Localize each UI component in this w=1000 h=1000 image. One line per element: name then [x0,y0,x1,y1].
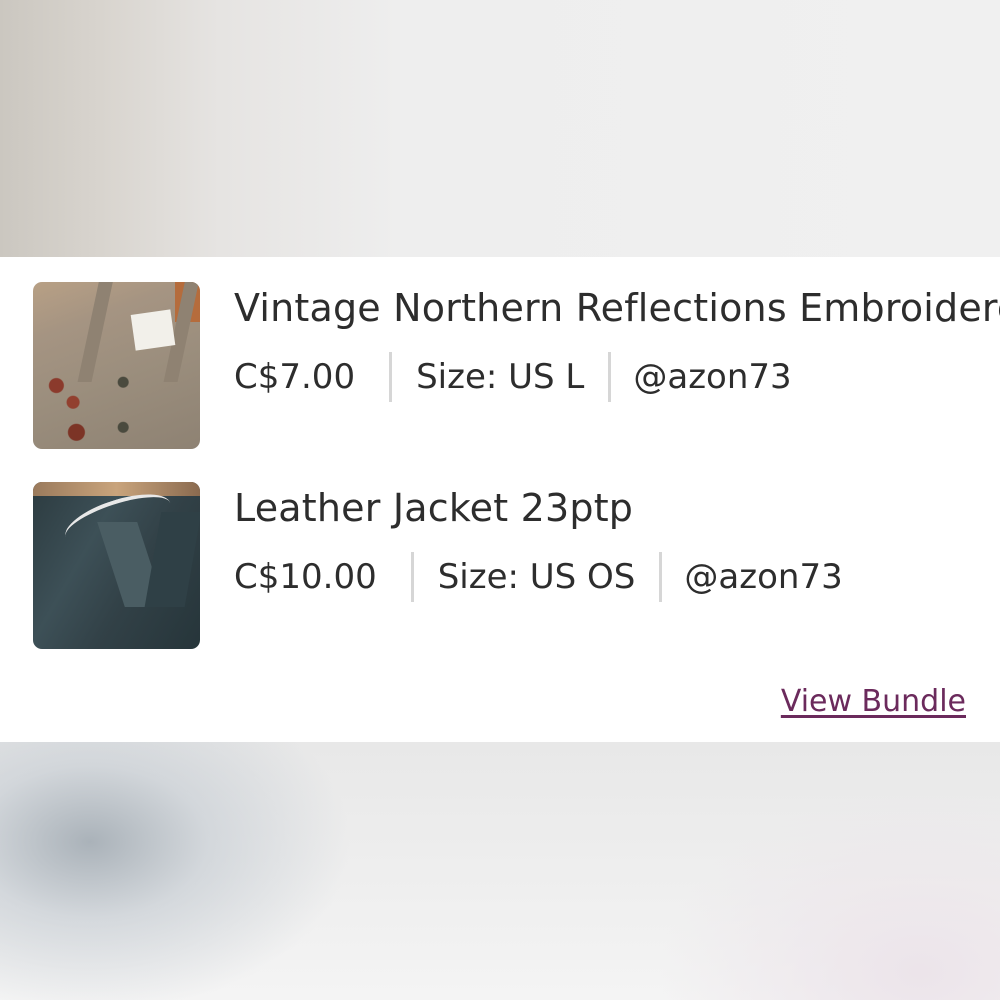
item-seller[interactable]: @azon73 [633,357,791,397]
item-thumbnail[interactable] [33,482,200,649]
bundle-card: Vintage Northern Reflections Embroidered… [0,257,1000,742]
item-title[interactable]: Vintage Northern Reflections Embroidered… [234,286,1000,330]
item-meta: C$10.00 Size: US OS @azon73 [234,552,843,602]
item-meta: C$7.00 Size: US L @azon73 [234,352,792,402]
divider [608,352,612,402]
item-title[interactable]: Leather Jacket 23ptp [234,486,633,530]
divider [410,552,414,602]
divider [659,552,663,602]
view-bundle-link[interactable]: View Bundle [781,684,966,719]
bundle-item[interactable]: Leather Jacket 23ptp C$10.00 Size: US OS… [33,482,1000,649]
blurred-background-bottom [0,742,1000,1000]
item-thumbnail[interactable] [33,282,200,449]
item-size: Size: US OS [437,557,636,597]
item-size: Size: US L [416,357,585,397]
blurred-background-top [0,0,1000,257]
item-price: C$10.00 [234,557,377,597]
divider [389,352,393,402]
item-price: C$7.00 [234,357,356,397]
bundle-item[interactable]: Vintage Northern Reflections Embroidered… [33,282,1000,449]
item-seller[interactable]: @azon73 [684,557,842,597]
